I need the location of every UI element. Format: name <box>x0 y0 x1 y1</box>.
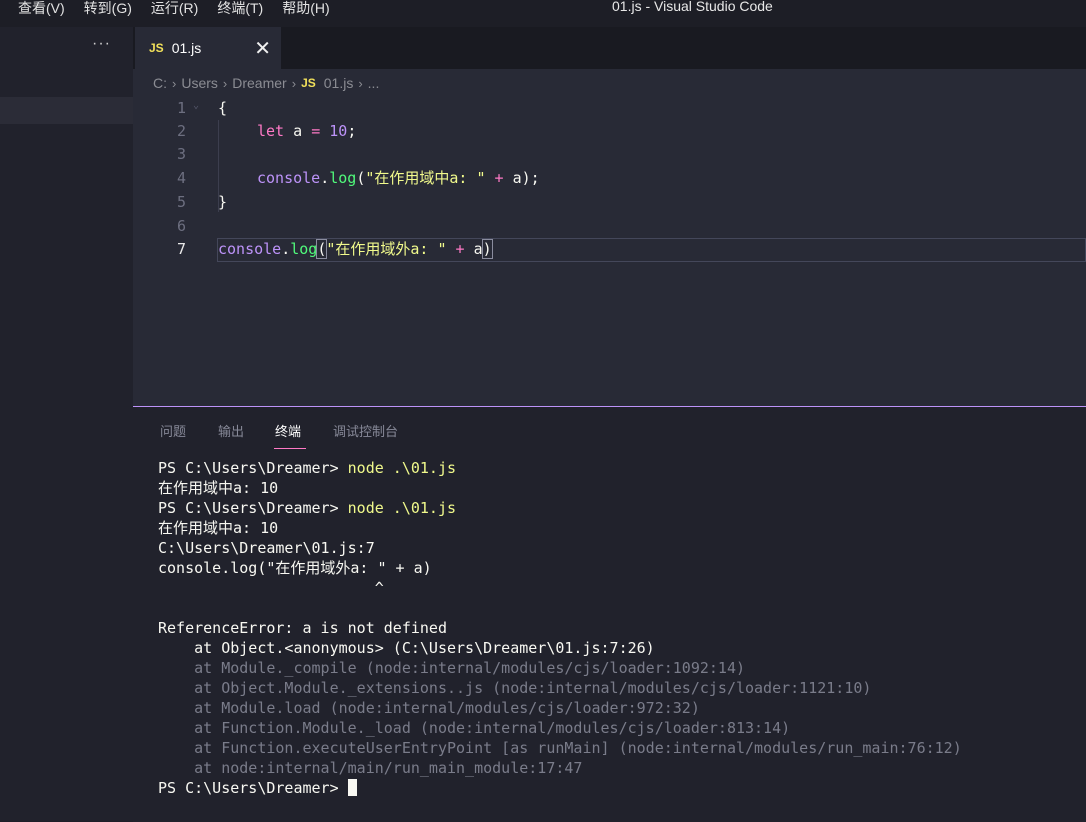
terminal-line: PS C:\Users\Dreamer> <box>158 778 962 798</box>
active-tab-indicator <box>274 448 306 449</box>
terminal-command: node .\01.js <box>347 459 457 477</box>
js-file-icon: JS <box>149 41 164 55</box>
breadcrumb: C: › Users › Dreamer › JS 01.js › ... <box>133 69 1086 98</box>
breadcrumb-users[interactable]: Users <box>181 75 218 91</box>
terminal-prompt: PS C:\Users\Dreamer> <box>158 459 348 477</box>
code-token: "在作用域中a: " <box>365 169 486 187</box>
code-line-1: 1 ⌄ { <box>133 97 1086 120</box>
explorer-sidebar: ··· <box>0 27 133 821</box>
js-file-icon: JS <box>301 76 316 90</box>
tab-debug-console[interactable]: 调试控制台 <box>333 421 398 440</box>
terminal-line: PS C:\Users\Dreamer> node .\01.js <box>158 458 962 478</box>
code-token: . <box>320 169 330 187</box>
tab-problems[interactable]: 问题 <box>160 421 186 440</box>
terminal-line: 在作用域中a: 10 <box>158 479 279 497</box>
code-token: ; <box>347 122 357 140</box>
editor-tab-bar: JS 01.js ✕ <box>133 27 1086 69</box>
tab-01-js[interactable]: JS 01.js ✕ <box>135 27 281 69</box>
terminal-line: C:\Users\Dreamer\01.js:7 <box>158 539 375 557</box>
breadcrumb-drive[interactable]: C: <box>153 75 167 91</box>
code-token: a <box>473 240 483 258</box>
code-line-5: 5 } <box>133 191 1086 214</box>
code-token: = <box>311 122 321 140</box>
code-token: } <box>218 193 228 211</box>
line-number: 4 <box>176 169 186 187</box>
stack-frame-line: at Object.<anonymous> (C:\Users\Dreamer\… <box>158 639 655 657</box>
stack-frame-line: at Module._compile (node:internal/module… <box>158 659 745 677</box>
more-actions-button[interactable]: ··· <box>92 35 111 53</box>
code-token: . <box>281 240 291 258</box>
code-token: log <box>329 169 357 187</box>
breadcrumb-file[interactable]: 01.js <box>324 75 354 91</box>
code-token: 10 <box>329 122 348 140</box>
code-token: "在作用域外a: " <box>326 240 447 258</box>
terminal-line: 在作用域中a: 10 <box>158 519 279 537</box>
terminal-cursor <box>347 779 357 796</box>
terminal-command: node .\01.js <box>347 499 457 517</box>
terminal-line: ^ <box>158 579 384 597</box>
line-number: 6 <box>176 217 186 235</box>
sidebar-header: ··· <box>0 27 133 69</box>
code-line-7: 7 console.log("在作用域外a: " + a) <box>133 238 1086 261</box>
line-number: 7 <box>176 240 186 258</box>
code-token: a <box>284 122 312 140</box>
title-bar: 查看(V) 转到(G) 运行(R) 终端(T) 帮助(H) 01.js - Vi… <box>0 0 1086 27</box>
line-number: 2 <box>176 122 186 140</box>
code-line-4: 4 console.log("在作用域中a: " + a); <box>133 167 1086 190</box>
breadcrumb-symbols[interactable]: ... <box>368 75 380 91</box>
chevron-down-icon[interactable]: ⌄ <box>193 100 199 111</box>
code-token: + <box>446 240 474 258</box>
terminal-output[interactable]: PS C:\Users\Dreamer> node .\01.js 在作用域中a… <box>158 458 962 798</box>
code-token: console <box>257 169 321 187</box>
panel-tabs: 问题 输出 终端 调试控制台 <box>133 407 1086 451</box>
code-token: ) <box>481 239 493 259</box>
line-number: 5 <box>176 193 186 211</box>
code-line-2: 2 let a = 10; <box>133 120 1086 143</box>
chevron-right-icon: › <box>222 75 228 91</box>
menu-bar: 查看(V) 转到(G) 运行(R) 终端(T) 帮助(H) <box>0 0 340 27</box>
tab-output[interactable]: 输出 <box>218 421 244 440</box>
menu-run[interactable]: 运行(R) <box>142 0 208 27</box>
sidebar-selected-row[interactable] <box>0 97 133 124</box>
code-token: let <box>257 122 285 140</box>
line-number: 3 <box>176 145 186 163</box>
chevron-right-icon: › <box>172 75 177 91</box>
tab-label: 01.js <box>171 40 202 56</box>
breadcrumb-dreamer[interactable]: Dreamer <box>232 75 286 91</box>
terminal-line: ReferenceError: a is not defined <box>158 619 447 637</box>
code-line-3: 3 <box>133 143 1086 166</box>
code-token: a); <box>512 169 540 187</box>
stack-frame-line: at Module.load (node:internal/modules/cj… <box>158 699 700 717</box>
chevron-right-icon: › <box>291 75 297 91</box>
terminal-line: console.log("在作用域外a: " + a) <box>158 559 432 577</box>
code-token: log <box>290 240 318 258</box>
menu-view[interactable]: 查看(V) <box>0 0 75 27</box>
code-editor[interactable]: 1 ⌄ { 2 let a = 10; 3 4 console.log("在作用… <box>133 97 1086 406</box>
terminal-line: PS C:\Users\Dreamer> node .\01.js <box>158 498 962 518</box>
chevron-right-icon: › <box>358 75 363 91</box>
code-token: { <box>218 99 228 117</box>
bottom-panel: 问题 输出 终端 调试控制台 PS C:\Users\Dreamer> node… <box>133 406 1086 822</box>
line-number: 1 <box>176 99 186 117</box>
code-token: + <box>485 169 513 187</box>
stack-frame-line: at Object.Module._extensions..js (node:i… <box>158 679 872 697</box>
code-token: console <box>218 240 282 258</box>
tab-terminal[interactable]: 终端 <box>275 421 301 440</box>
window-title: 01.js - Visual Studio Code <box>612 0 773 14</box>
menu-terminal[interactable]: 终端(T) <box>208 0 273 27</box>
terminal-prompt: PS C:\Users\Dreamer> <box>158 779 348 797</box>
code-line-6: 6 <box>133 215 1086 238</box>
stack-frame-line: at Function.Module._load (node:internal/… <box>158 719 791 737</box>
terminal-prompt: PS C:\Users\Dreamer> <box>158 499 348 517</box>
menu-go[interactable]: 转到(G) <box>75 0 142 27</box>
close-icon[interactable]: ✕ <box>254 36 271 61</box>
stack-frame-line: at Function.executeUserEntryPoint [as ru… <box>158 739 962 757</box>
stack-frame-line: at node:internal/main/run_main_module:17… <box>158 759 583 777</box>
menu-help[interactable]: 帮助(H) <box>273 0 339 27</box>
